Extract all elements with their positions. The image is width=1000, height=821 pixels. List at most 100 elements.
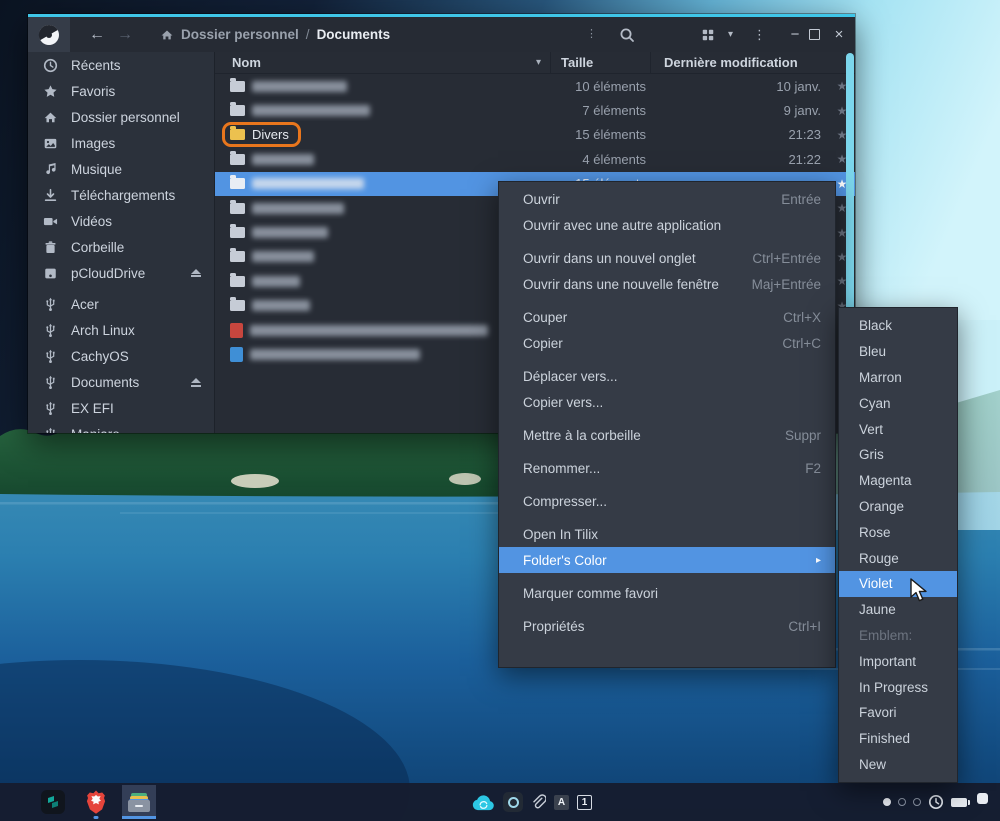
usb-icon [43, 297, 58, 312]
sidebar-item-r-cents[interactable]: Récents [28, 53, 214, 79]
menu-item-mettre-la-corbeille[interactable]: Mettre à la corbeille Suppr [499, 422, 835, 448]
sidebar-item-acer[interactable]: Acer [28, 292, 214, 318]
workspace-dot-3[interactable] [913, 798, 921, 806]
music-icon [43, 162, 58, 177]
workspace-dot-1[interactable] [883, 798, 891, 806]
overflow-dots-icon[interactable]: ⋮ [586, 29, 597, 40]
menu-item-folder-s-color[interactable]: Folder's Color ▸ [499, 547, 835, 573]
eject-icon[interactable] [191, 269, 201, 278]
pcloud-tray-icon[interactable] [472, 794, 495, 811]
sidebar-item-pclouddrive[interactable]: pCloudDrive [28, 260, 214, 286]
sidebar-item-cachyos[interactable]: CachyOS [28, 344, 214, 370]
submenu-item-jaune[interactable]: Jaune [839, 597, 957, 623]
file-name-cell [222, 173, 376, 194]
back-button[interactable]: ← [84, 17, 110, 52]
menu-item-copier-vers[interactable]: Copier vers... [499, 389, 835, 415]
grid-view-icon[interactable] [701, 28, 715, 42]
column-header-name[interactable]: Nom ▾ [215, 52, 550, 73]
submenu-item-vert[interactable]: Vert [839, 416, 957, 442]
submenu-item-rose[interactable]: Rose [839, 519, 957, 545]
sidebar-item-manjaro[interactable]: Manjaro [28, 421, 214, 433]
column-headers: Nom ▾ Taille Dernière modification [215, 52, 855, 74]
taskbar-launcher-icon[interactable] [36, 785, 70, 819]
menu-item-couper[interactable]: Couper Ctrl+X [499, 304, 835, 330]
sidebar-item-ex-efi[interactable]: EX EFI [28, 396, 214, 422]
submenu-item-marron[interactable]: Marron [839, 365, 957, 391]
forward-button[interactable]: → [112, 17, 138, 52]
submenu-item-finished[interactable]: Finished [839, 726, 957, 752]
submenu-item-favori[interactable]: Favori [839, 700, 957, 726]
file-row[interactable]: 10 éléments 10 janv. ★ [215, 74, 855, 98]
menu-item-d-placer-vers[interactable]: Déplacer vers... [499, 363, 835, 389]
numlock-indicator[interactable]: 1 [577, 795, 592, 810]
eject-icon[interactable] [191, 378, 201, 387]
submenu-item-rouge[interactable]: Rouge [839, 545, 957, 571]
star-icon [43, 84, 58, 99]
tray-notification-icon[interactable] [977, 793, 988, 804]
sidebar-item-t-l-chargements[interactable]: Téléchargements [28, 182, 214, 208]
app-menu-button[interactable] [28, 17, 70, 52]
submenu-item-bleu[interactable]: Bleu [839, 339, 957, 365]
menu-item-ouvrir-dans-un-nouvel-onglet[interactable]: Ouvrir dans un nouvel onglet Ctrl+Entrée [499, 245, 835, 271]
close-button[interactable]: × [830, 26, 848, 43]
menu-item-ouvrir-dans-une-nouvelle-fen-tre[interactable]: Ouvrir dans une nouvelle fenêtre Maj+Ent… [499, 271, 835, 297]
menu-item-shortcut: Entrée [781, 192, 821, 207]
taskbar-brave-icon[interactable] [79, 785, 113, 819]
file-row[interactable]: 4 éléments 21:22 ★ [215, 147, 855, 171]
app-tray-icon[interactable] [503, 792, 523, 812]
submenu-item-orange[interactable]: Orange [839, 494, 957, 520]
menu-item-compresser[interactable]: Compresser... [499, 488, 835, 514]
menu-item-ouvrir[interactable]: Ouvrir Entrée [499, 186, 835, 212]
maximize-button[interactable] [809, 29, 820, 40]
folder-icon [230, 276, 245, 287]
column-header-modified[interactable]: Dernière modification [650, 52, 855, 73]
folder-icon [230, 203, 245, 214]
titlebar[interactable]: ← → Dossier personnel / Documents ⋮ ▾ ⋮ … [28, 17, 855, 52]
menu-group: Compresser... [499, 488, 835, 514]
breadcrumb-root[interactable]: Dossier personnel [181, 27, 299, 42]
menu-item-label: Ouvrir [523, 192, 769, 207]
menu-item-copier[interactable]: Copier Ctrl+C [499, 330, 835, 356]
clock-tray-icon[interactable] [928, 794, 944, 810]
sidebar-item-documents[interactable]: Documents [28, 370, 214, 396]
menu-item-renommer[interactable]: Renommer... F2 [499, 455, 835, 481]
battery-icon[interactable] [951, 798, 970, 807]
view-dropdown-icon[interactable]: ▾ [728, 29, 733, 40]
breadcrumb[interactable]: Dossier personnel / Documents [160, 27, 390, 42]
sidebar-item-favoris[interactable]: Favoris [28, 79, 214, 105]
sidebar-item-images[interactable]: Images [28, 131, 214, 157]
menu-item-marquer-comme-favori[interactable]: Marquer comme favori [499, 580, 835, 606]
video-icon [43, 214, 58, 229]
sidebar-item-corbeille[interactable]: Corbeille [28, 234, 214, 260]
menu-item-label: Compresser... [523, 494, 821, 509]
menu-item-label: Important [859, 654, 947, 669]
submenu-item-gris[interactable]: Gris [839, 442, 957, 468]
workspace-dot-2[interactable] [898, 798, 906, 806]
sidebar-item-musique[interactable]: Musique [28, 157, 214, 183]
minimize-button[interactable]: − [786, 26, 804, 43]
submenu-item-in-progress[interactable]: In Progress [839, 674, 957, 700]
paperclip-tray-icon[interactable] [531, 794, 546, 811]
home-icon [43, 110, 58, 125]
submenu-item-violet[interactable]: Violet [839, 571, 957, 597]
sidebar-item-vid-os[interactable]: Vidéos [28, 208, 214, 234]
column-header-size[interactable]: Taille [550, 52, 650, 73]
submenu-item-cyan[interactable]: Cyan [839, 390, 957, 416]
file-row-divers[interactable]: Divers 15 éléments 21:23 ★ [215, 123, 855, 147]
menu-dots-icon[interactable]: ⋮ [753, 28, 766, 41]
menu-item-open-in-tilix[interactable]: Open In Tilix [499, 521, 835, 547]
scrollbar-thumb[interactable] [846, 53, 854, 329]
menu-item-shortcut: Ctrl+I [788, 619, 821, 634]
submenu-item-black[interactable]: Black [839, 313, 957, 339]
file-row[interactable]: 7 éléments 9 janv. ★ [215, 98, 855, 122]
submenu-item-new[interactable]: New [839, 752, 957, 778]
menu-item-ouvrir-avec-une-autre-application[interactable]: Ouvrir avec une autre application [499, 212, 835, 238]
submenu-item-magenta[interactable]: Magenta [839, 468, 957, 494]
search-icon[interactable] [619, 27, 635, 43]
menu-item-propri-t-s[interactable]: Propriétés Ctrl+I [499, 613, 835, 639]
taskbar-files-icon[interactable] [122, 785, 156, 819]
keyboard-layout-indicator[interactable]: A [554, 795, 569, 810]
sidebar-item-dossier-personnel[interactable]: Dossier personnel [28, 105, 214, 131]
submenu-item-important[interactable]: Important [839, 648, 957, 674]
sidebar-item-arch-linux[interactable]: Arch Linux [28, 318, 214, 344]
